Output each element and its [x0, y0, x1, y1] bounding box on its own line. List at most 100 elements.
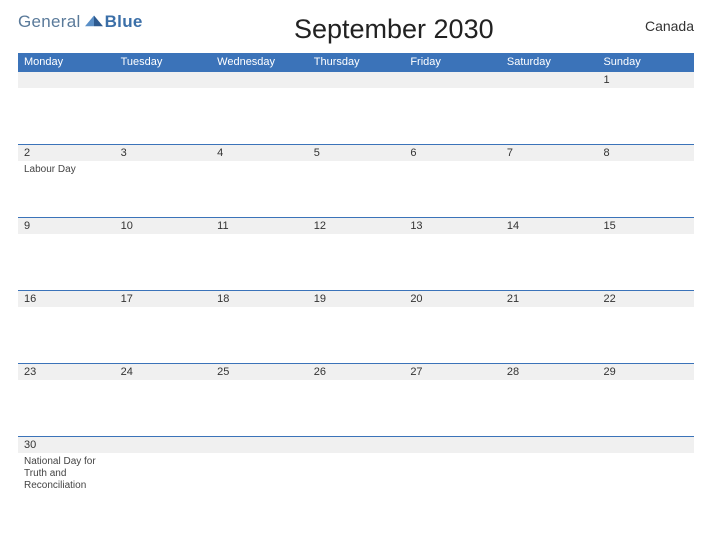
week-date-bar: 30: [18, 436, 694, 453]
day-cell: [597, 234, 694, 290]
day-number: 19: [308, 291, 405, 307]
day-cell: [211, 88, 308, 144]
calendar-grid: 12345678Labour Day9101112131415161718192…: [18, 71, 694, 511]
day-cell: [211, 453, 308, 511]
day-number: 4: [211, 145, 308, 161]
dow-wed: Wednesday: [211, 53, 308, 71]
day-number: 29: [597, 364, 694, 380]
days-of-week-header: Monday Tuesday Wednesday Thursday Friday…: [18, 53, 694, 71]
day-number: 15: [597, 218, 694, 234]
day-number: 6: [404, 145, 501, 161]
day-number: 7: [501, 145, 598, 161]
dow-mon: Monday: [18, 53, 115, 71]
day-cell: [211, 234, 308, 290]
day-number: 22: [597, 291, 694, 307]
day-number: 25: [211, 364, 308, 380]
day-cell: [308, 307, 405, 363]
day-number: 23: [18, 364, 115, 380]
day-cell: [597, 307, 694, 363]
day-cell: [404, 88, 501, 144]
day-cell: [404, 453, 501, 511]
day-number: 11: [211, 218, 308, 234]
event-label: National Day for Truth and Reconciliatio…: [24, 456, 109, 492]
week-row: National Day for Truth and Reconciliatio…: [18, 453, 694, 511]
week-date-bar: 9101112131415: [18, 217, 694, 234]
event-label: Labour Day: [24, 164, 109, 176]
day-cell: [501, 234, 598, 290]
day-cell: [597, 453, 694, 511]
day-cell: National Day for Truth and Reconciliatio…: [18, 453, 115, 511]
day-number: 16: [18, 291, 115, 307]
day-cell: [597, 380, 694, 436]
day-cell: [308, 380, 405, 436]
day-cell: [115, 234, 212, 290]
week-row: [18, 380, 694, 436]
day-number: 26: [308, 364, 405, 380]
dow-sun: Sunday: [597, 53, 694, 71]
day-cell: [18, 234, 115, 290]
day-number: 2: [18, 145, 115, 161]
day-cell: [18, 307, 115, 363]
day-cell: [501, 380, 598, 436]
day-cell: [501, 307, 598, 363]
day-number: 30: [18, 437, 115, 453]
day-number: 27: [404, 364, 501, 380]
day-cell: [115, 88, 212, 144]
day-cell: Labour Day: [18, 161, 115, 217]
day-number: 14: [501, 218, 598, 234]
week-row: [18, 307, 694, 363]
day-number: 28: [501, 364, 598, 380]
dow-sat: Saturday: [501, 53, 598, 71]
day-number: 18: [211, 291, 308, 307]
logo: General Blue: [18, 12, 143, 32]
day-cell: [115, 307, 212, 363]
day-cell: [501, 88, 598, 144]
logo-text-1: General: [18, 12, 81, 32]
day-cell: [18, 88, 115, 144]
day-cell: [308, 234, 405, 290]
day-cell: [308, 453, 405, 511]
day-cell: [211, 161, 308, 217]
day-number: 17: [115, 291, 212, 307]
week-row: [18, 234, 694, 290]
region-label: Canada: [645, 18, 694, 34]
day-cell: [501, 453, 598, 511]
day-number: 21: [501, 291, 598, 307]
calendar-title: September 2030: [143, 14, 645, 45]
day-number: 12: [308, 218, 405, 234]
day-number: 3: [115, 145, 212, 161]
day-cell: [115, 161, 212, 217]
week-date-bar: 2345678: [18, 144, 694, 161]
week-date-bar: 23242526272829: [18, 363, 694, 380]
day-cell: [211, 307, 308, 363]
logo-icon: [83, 12, 103, 32]
day-cell: [597, 161, 694, 217]
day-number: 8: [597, 145, 694, 161]
day-cell: [404, 234, 501, 290]
week-date-bar: 16171819202122: [18, 290, 694, 307]
day-number: 5: [308, 145, 405, 161]
day-cell: [404, 380, 501, 436]
dow-tue: Tuesday: [115, 53, 212, 71]
day-cell: [308, 88, 405, 144]
day-number: 20: [404, 291, 501, 307]
day-cell: [501, 161, 598, 217]
day-cell: [308, 161, 405, 217]
day-number: 9: [18, 218, 115, 234]
day-cell: [404, 307, 501, 363]
header: General Blue September 2030 Canada: [18, 12, 694, 45]
logo-text-2: Blue: [105, 12, 143, 32]
day-cell: [211, 380, 308, 436]
day-number: 1: [597, 72, 694, 88]
dow-thu: Thursday: [308, 53, 405, 71]
day-cell: [18, 380, 115, 436]
week-date-bar: 1: [18, 71, 694, 88]
week-row: Labour Day: [18, 161, 694, 217]
day-number: 10: [115, 218, 212, 234]
day-cell: [404, 161, 501, 217]
day-number: 24: [115, 364, 212, 380]
day-cell: [115, 453, 212, 511]
day-cell: [115, 380, 212, 436]
week-row: [18, 88, 694, 144]
dow-fri: Friday: [404, 53, 501, 71]
